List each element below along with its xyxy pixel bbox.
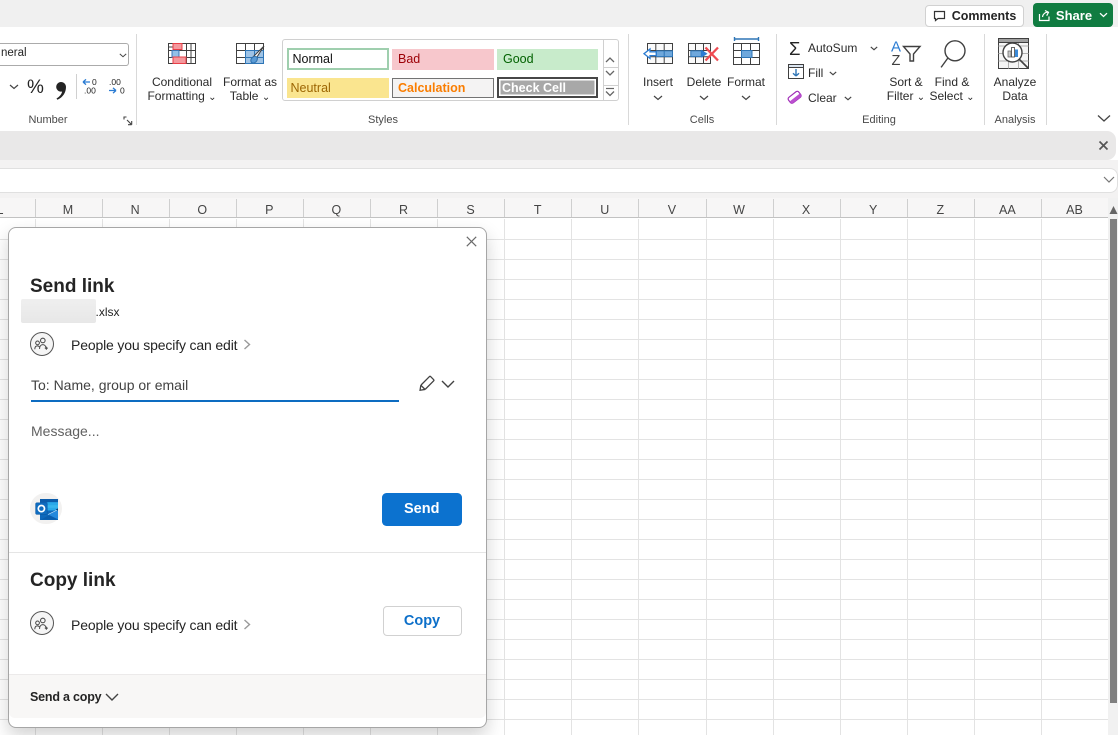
svg-text:.00: .00 — [84, 86, 96, 96]
svg-text:0: 0 — [120, 86, 125, 96]
svg-text:Z: Z — [892, 53, 901, 65]
